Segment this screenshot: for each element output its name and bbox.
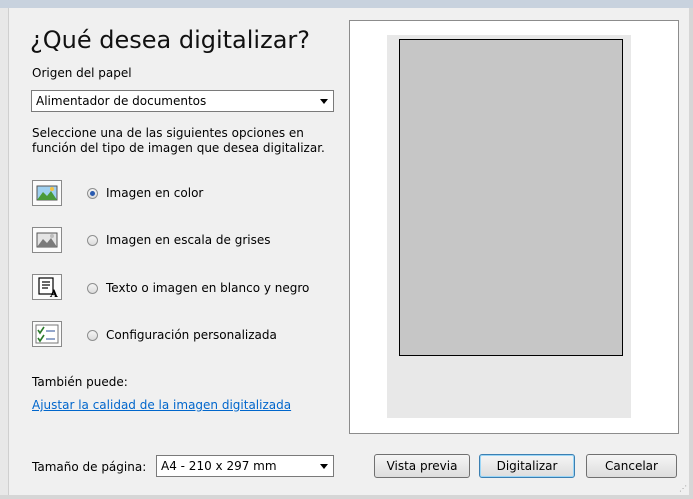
grayscale-image-radio[interactable]: [87, 235, 98, 246]
page-size-dropdown[interactable]: A4 - 210 x 297 mm: [156, 455, 334, 477]
custom-settings-icon[interactable]: [32, 321, 62, 347]
chevron-down-icon: [320, 464, 328, 469]
dialog-title: ¿Qué desea digitalizar?: [30, 26, 311, 54]
chevron-down-icon: [320, 99, 328, 104]
color-image-radio[interactable]: [87, 188, 98, 199]
color-image-label[interactable]: Imagen en color: [106, 186, 203, 200]
text-bw-radio[interactable]: [87, 283, 98, 294]
scan-area-selection[interactable]: [399, 39, 623, 356]
cancel-button[interactable]: Cancelar: [586, 454, 677, 478]
custom-settings-label[interactable]: Configuración personalizada: [106, 328, 277, 342]
text-bw-icon[interactable]: A: [32, 274, 62, 300]
window-frame-left: [0, 8, 9, 499]
grayscale-image-label[interactable]: Imagen en escala de grises: [106, 233, 270, 247]
window-frame-bottom: [0, 495, 693, 499]
color-photo-icon[interactable]: [32, 180, 62, 206]
instructions-text: Seleccione una de las siguientes opcione…: [32, 126, 325, 155]
window-frame-right: [689, 8, 693, 499]
also-label: También puede:: [32, 375, 128, 389]
page-size-label: Tamaño de página:: [32, 460, 147, 474]
custom-settings-radio[interactable]: [87, 330, 98, 341]
paper-source-dropdown[interactable]: Alimentador de documentos: [31, 90, 334, 112]
grayscale-photo-icon[interactable]: [32, 227, 62, 253]
scan-button[interactable]: Digitalizar: [479, 454, 575, 478]
page-size-value: A4 - 210 x 297 mm: [161, 459, 277, 473]
adjust-quality-link[interactable]: Ajustar la calidad de la imagen digitali…: [32, 398, 291, 412]
text-bw-label[interactable]: Texto o imagen en blanco y negro: [106, 281, 309, 295]
resize-grip-icon[interactable]: ⋰: [679, 484, 687, 493]
svg-text:A: A: [49, 289, 58, 299]
paper-source-value: Alimentador de documentos: [36, 94, 207, 108]
preview-button[interactable]: Vista previa: [374, 454, 470, 478]
window-frame-top: [0, 0, 693, 8]
paper-source-label: Origen del papel: [32, 66, 132, 80]
